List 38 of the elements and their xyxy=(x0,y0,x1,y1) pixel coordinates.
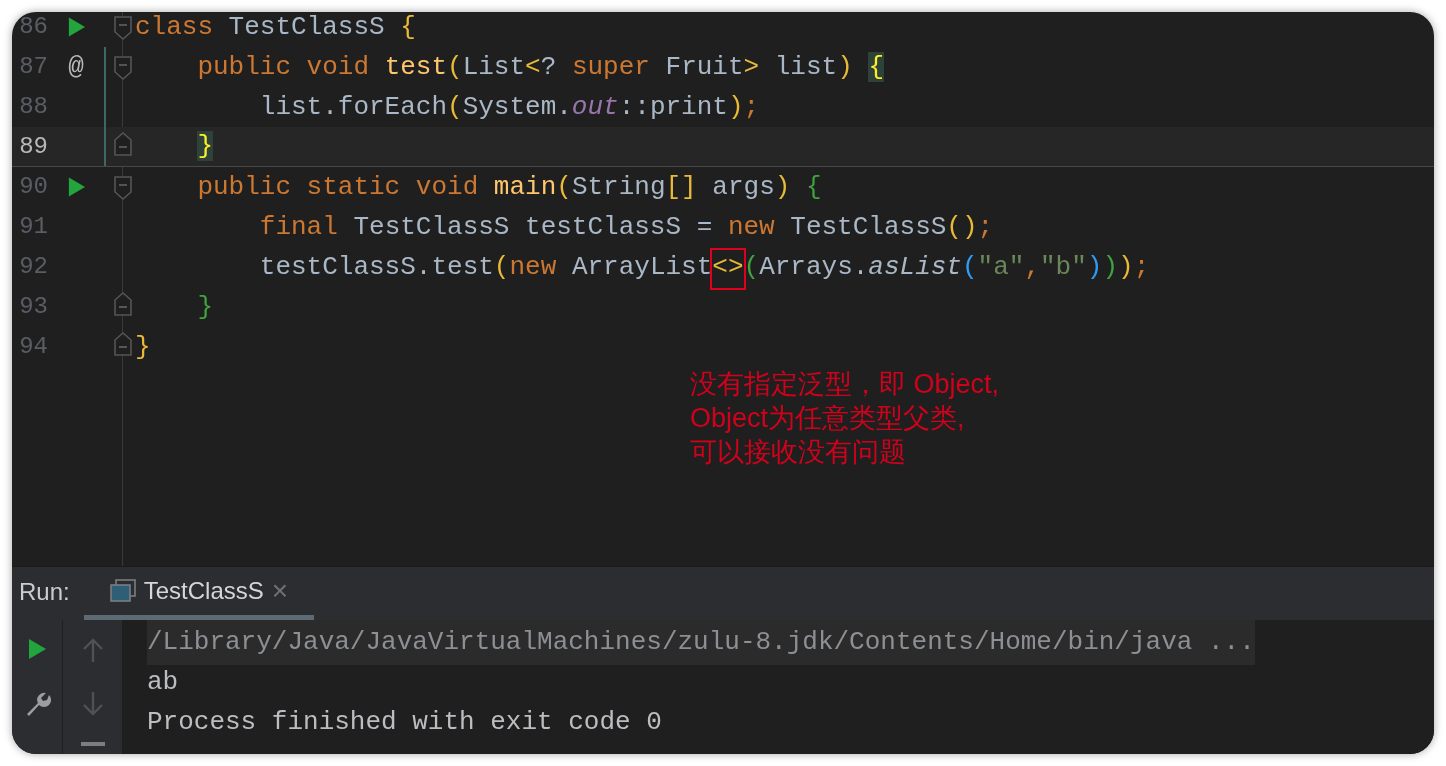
line-number: 89 xyxy=(18,131,48,162)
line-number: 88 xyxy=(18,92,48,122)
code-line: } xyxy=(135,330,151,364)
fold-icon[interactable] xyxy=(112,55,133,81)
line-number: 91 xyxy=(18,212,48,242)
code-line: testClassS.test(new ArrayList<>(Arrays.asList("a","b"))); xyxy=(135,247,1150,287)
scroll-end-icon[interactable] xyxy=(80,742,105,746)
fold-icon[interactable] xyxy=(112,291,133,317)
line-number: 94 xyxy=(18,332,48,362)
run-icon[interactable] xyxy=(66,16,86,38)
code-line: class TestClassS { xyxy=(135,12,416,44)
console-icon xyxy=(109,579,136,603)
change-marker[interactable] xyxy=(104,47,106,87)
code-line: } xyxy=(196,290,213,324)
line-number: 90 xyxy=(18,172,48,202)
change-marker[interactable] xyxy=(104,127,106,166)
fold-icon[interactable] xyxy=(112,15,133,41)
console-output: Process finished with exit code 0 xyxy=(147,705,662,739)
annotation-text: 没有指定泛型，即 Object, Object为任意类型父类, 可以接收没有问题 xyxy=(690,368,1001,469)
run-icon[interactable] xyxy=(27,638,47,660)
up-arrow-icon[interactable] xyxy=(81,638,104,664)
change-marker[interactable] xyxy=(104,87,106,127)
line-number: 86 xyxy=(18,12,48,42)
down-arrow-icon[interactable] xyxy=(81,690,104,716)
fold-icon[interactable] xyxy=(112,130,133,157)
run-icon[interactable] xyxy=(66,176,86,198)
panel-label: Run: xyxy=(19,577,70,607)
code-line: list.forEach(System.out::print); xyxy=(258,90,760,124)
override-marker[interactable]: @ xyxy=(68,54,84,80)
code-line: public void test(List<? super Fruit> list) { xyxy=(196,50,884,84)
fold-icon[interactable] xyxy=(112,331,133,357)
fold-icon[interactable] xyxy=(112,175,133,201)
line-number: 87 xyxy=(18,52,48,82)
line-number: 92 xyxy=(18,252,48,282)
code-line: final TestClassS testClassS = new TestClassS(); xyxy=(258,210,994,244)
console-output: ab xyxy=(147,665,179,699)
line-number: 93 xyxy=(18,292,48,322)
code-line: public static void main(String[] args) { xyxy=(196,170,822,204)
